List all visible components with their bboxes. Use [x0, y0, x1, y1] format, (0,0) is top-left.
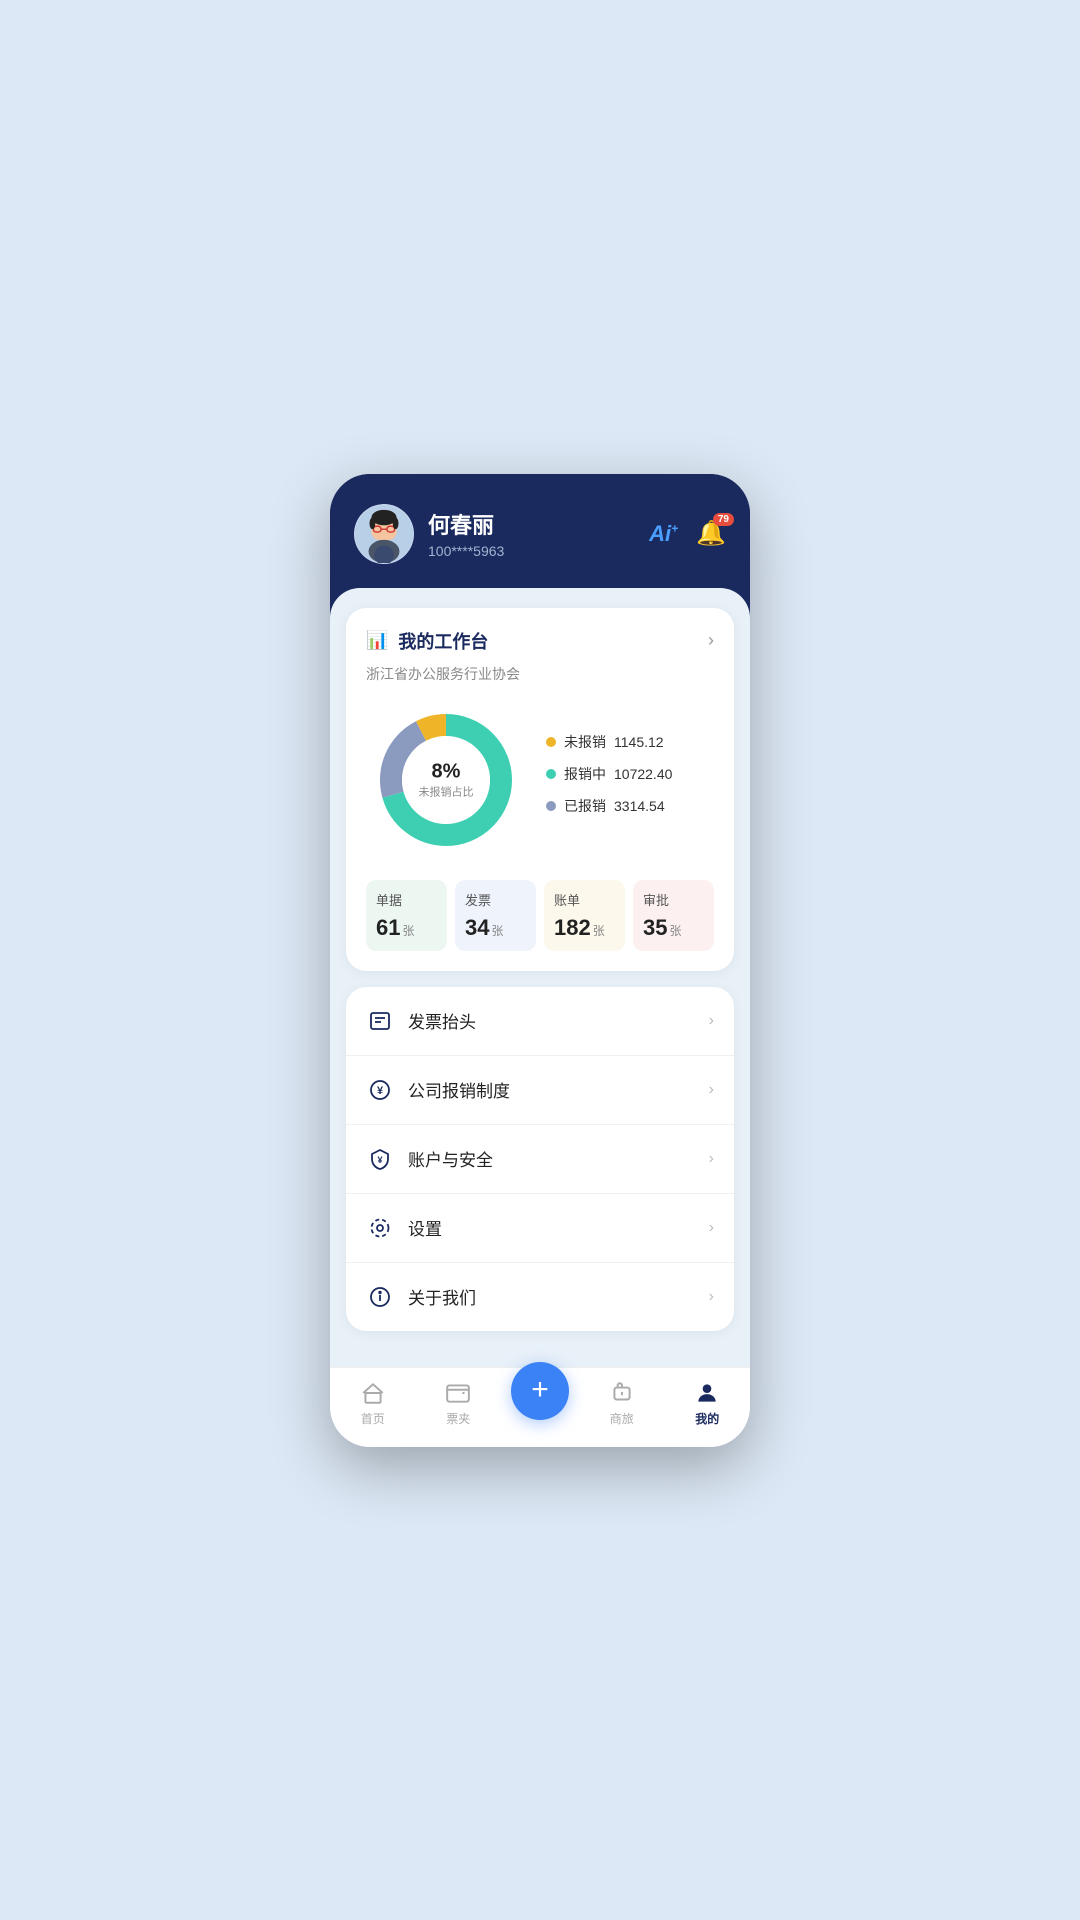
legend-val-1: 10722.40 — [614, 766, 672, 782]
menu-left-3: 设置 — [366, 1214, 442, 1242]
nav-label-wallet: 票夹 — [446, 1410, 470, 1427]
bell-wrap[interactable]: 🔔 79 — [696, 519, 726, 548]
header-left: 何春丽 100****5963 — [354, 504, 504, 564]
menu-item-reimbursement-policy[interactable]: ¥ 公司报销制度 › — [346, 1056, 734, 1125]
ai-button[interactable]: Ai+ — [649, 521, 678, 547]
workbench-icon: 📊 — [366, 630, 388, 651]
menu-label-4: 关于我们 — [408, 1284, 476, 1309]
org-name: 浙江省办公服务行业协会 — [366, 664, 714, 684]
menu-left-0: 发票抬头 — [366, 1007, 476, 1035]
plus-icon: + — [531, 1375, 549, 1405]
stat-approvals[interactable]: 审批 35张 — [633, 880, 714, 951]
legend-label-1: 报销中 — [564, 764, 606, 784]
wallet-icon — [445, 1380, 471, 1406]
header-right: Ai+ 🔔 79 — [649, 519, 726, 548]
workbench-title: 我的工作台 — [398, 628, 488, 654]
legend: 未报销 1145.12 报销中 10722.40 已报销 3314.54 — [546, 732, 714, 828]
menu-arrow-1: › — [709, 1081, 714, 1099]
content: 📊 我的工作台 › 浙江省办公服务行业协会 8% — [330, 588, 750, 1447]
menu-label-3: 设置 — [408, 1215, 442, 1240]
stat-invoices[interactable]: 发票 34张 — [455, 880, 536, 951]
menu-left-2: ¥ 账户与安全 — [366, 1145, 493, 1173]
legend-dot-reimbursed — [546, 801, 556, 811]
menu-card: 发票抬头 › ¥ 公司报销制度 › — [346, 987, 734, 1331]
legend-dot-unreimbursed — [546, 737, 556, 747]
workbench-arrow[interactable]: › — [708, 630, 714, 651]
stat-label-0: 单据 — [376, 890, 437, 909]
stat-value-3: 35张 — [643, 915, 704, 941]
user-info: 何春丽 100****5963 — [428, 508, 504, 559]
menu-label-2: 账户与安全 — [408, 1146, 493, 1171]
nav-item-mine[interactable]: 我的 — [665, 1380, 751, 1427]
person-icon — [694, 1380, 720, 1406]
menu-label-0: 发票抬头 — [408, 1008, 476, 1033]
stat-label-1: 发票 — [465, 890, 526, 909]
legend-dot-reimbursing — [546, 769, 556, 779]
stat-label-2: 账单 — [554, 890, 615, 909]
nav-item-travel[interactable]: 商旅 — [579, 1380, 665, 1427]
nav-item-wallet[interactable]: 票夹 — [416, 1380, 502, 1427]
legend-item-1: 报销中 10722.40 — [546, 764, 714, 784]
card-header: 📊 我的工作台 › — [366, 628, 714, 654]
policy-icon: ¥ — [366, 1076, 394, 1104]
nav-label-travel: 商旅 — [610, 1410, 634, 1427]
stat-value-2: 182张 — [554, 915, 615, 941]
donut-center: 8% 未报销占比 — [419, 760, 474, 799]
donut-label: 未报销占比 — [419, 783, 474, 799]
travel-icon — [609, 1380, 635, 1406]
invoice-header-icon — [366, 1007, 394, 1035]
menu-left-1: ¥ 公司报销制度 — [366, 1076, 510, 1104]
menu-arrow-3: › — [709, 1219, 714, 1237]
legend-item-0: 未报销 1145.12 — [546, 732, 714, 752]
menu-arrow-0: › — [709, 1012, 714, 1030]
user-name: 何春丽 — [428, 508, 504, 540]
user-id: 100****5963 — [428, 543, 504, 559]
legend-val-0: 1145.12 — [614, 734, 664, 750]
menu-label-1: 公司报销制度 — [408, 1077, 510, 1102]
stat-value-1: 34张 — [465, 915, 526, 941]
nav-item-add[interactable]: + — [511, 1386, 569, 1420]
menu-item-invoice-header[interactable]: 发票抬头 › — [346, 987, 734, 1056]
avatar[interactable] — [354, 504, 414, 564]
menu-item-settings[interactable]: 设置 › — [346, 1194, 734, 1263]
workbench-card: 📊 我的工作台 › 浙江省办公服务行业协会 8% — [346, 608, 734, 971]
header: 何春丽 100****5963 Ai+ 🔔 79 — [330, 474, 750, 588]
bell-badge: 79 — [713, 513, 734, 526]
card-title-wrap: 📊 我的工作台 — [366, 628, 488, 654]
nav-item-home[interactable]: 首页 — [330, 1380, 416, 1427]
legend-val-2: 3314.54 — [614, 798, 665, 814]
donut-chart: 8% 未报销占比 — [366, 700, 526, 860]
phone-frame: 何春丽 100****5963 Ai+ 🔔 79 📊 我的工作台 › — [330, 474, 750, 1447]
home-icon — [360, 1380, 386, 1406]
stat-documents[interactable]: 单据 61张 — [366, 880, 447, 951]
menu-left-4: 关于我们 — [366, 1283, 476, 1311]
svg-text:¥: ¥ — [377, 1085, 384, 1097]
add-button[interactable]: + — [511, 1362, 569, 1420]
stats-row: 单据 61张 发票 34张 账单 182张 — [366, 880, 714, 951]
menu-arrow-2: › — [709, 1150, 714, 1168]
menu-item-about[interactable]: 关于我们 › — [346, 1263, 734, 1331]
bottom-nav: 首页 票夹 + 商旅 — [330, 1367, 750, 1447]
chart-area: 8% 未报销占比 未报销 1145.12 报销中 10722.40 — [366, 700, 714, 860]
stat-label-3: 审批 — [643, 890, 704, 909]
donut-pct: 8% — [419, 760, 474, 783]
menu-item-account-security[interactable]: ¥ 账户与安全 › — [346, 1125, 734, 1194]
settings-icon — [366, 1214, 394, 1242]
legend-label-2: 已报销 — [564, 796, 606, 816]
svg-text:¥: ¥ — [377, 1155, 382, 1165]
legend-label-0: 未报销 — [564, 732, 606, 752]
nav-label-mine: 我的 — [695, 1410, 719, 1427]
security-icon: ¥ — [366, 1145, 394, 1173]
menu-arrow-4: › — [709, 1288, 714, 1306]
about-icon — [366, 1283, 394, 1311]
legend-item-2: 已报销 3314.54 — [546, 796, 714, 816]
stat-value-0: 61张 — [376, 915, 437, 941]
nav-label-home: 首页 — [361, 1410, 385, 1427]
stat-bills[interactable]: 账单 182张 — [544, 880, 625, 951]
